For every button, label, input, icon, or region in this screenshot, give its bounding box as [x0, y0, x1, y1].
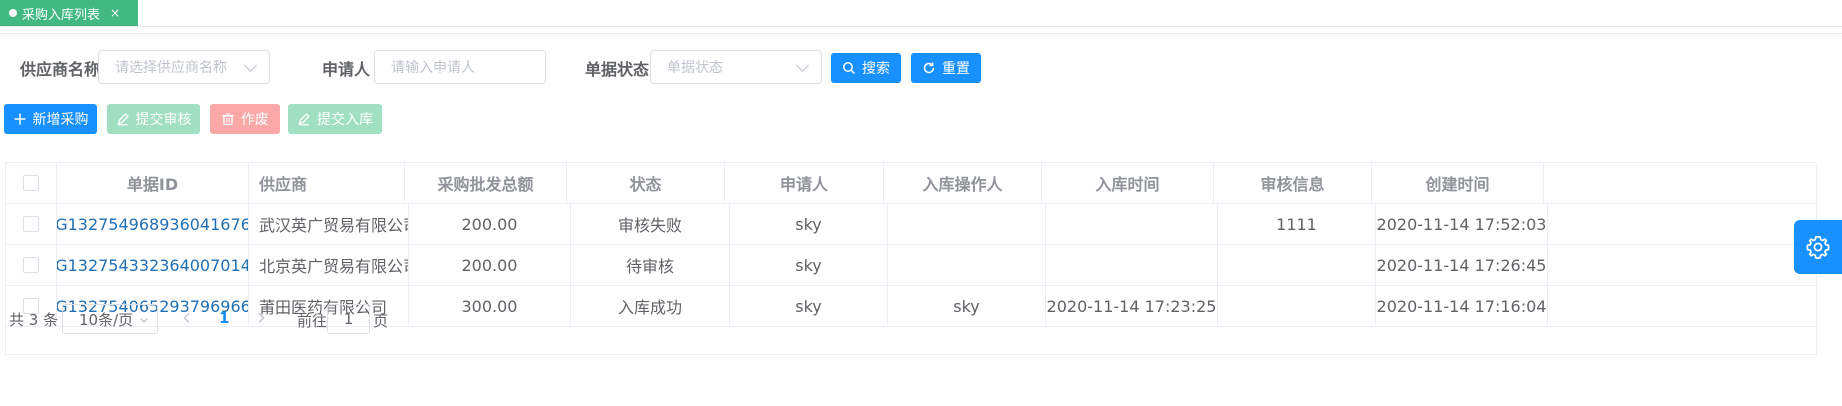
search-button-label: 搜索 — [862, 61, 890, 77]
column-header: 入库操作人 — [884, 163, 1042, 203]
applicant-placeholder: 请输入申请人 — [391, 60, 475, 76]
status-cell: 待审核 — [571, 245, 730, 285]
column-header: 供应商 — [249, 163, 405, 203]
operator-cell — [888, 245, 1046, 285]
supplier-cell: 武汉英广贸易有限公司 — [249, 204, 409, 244]
plus-icon — [14, 113, 25, 125]
operator-cell — [888, 204, 1046, 244]
supplier-placeholder: 请选择供应商名称 — [115, 60, 227, 76]
document-id-link[interactable]: CG1327549689360416768 — [57, 215, 248, 234]
submit-review-button[interactable]: 提交审核 — [107, 104, 200, 134]
document-id-cell: CG1327543323640070144 — [57, 245, 249, 285]
search-icon — [843, 62, 856, 75]
chevron-left-icon[interactable] — [182, 312, 192, 324]
status-cell: 审核失败 — [571, 204, 730, 244]
tags-view-bar: 采购入库列表 × — [0, 0, 1842, 27]
status-label: 单据状态 — [585, 60, 650, 79]
row-select-cell — [6, 245, 57, 285]
purchase-table: 单据ID 供应商 采购批发总额 状态 申请人 入库操作人 入库时间 审核信息 创… — [5, 162, 1817, 355]
status-cell: 入库成功 — [571, 286, 730, 326]
goto-prefix: 前往 — [297, 312, 328, 330]
stock-time-cell: 2020-11-14 17:23:25 — [1046, 286, 1218, 326]
column-header: 采购批发总额 — [405, 163, 567, 203]
goto-page-value: 1 — [343, 310, 354, 328]
row-checkbox[interactable] — [23, 216, 39, 232]
search-button[interactable]: 搜索 — [831, 53, 901, 83]
edit-icon — [117, 113, 129, 126]
column-header: 单据ID — [57, 163, 249, 203]
applicant-cell: sky — [730, 245, 888, 285]
column-header: 申请人 — [725, 163, 884, 203]
settings-button[interactable] — [1794, 220, 1842, 274]
stock-time-cell — [1046, 204, 1218, 244]
active-dot-icon — [9, 9, 17, 17]
created-time-cell: 2020-11-14 17:52:03 — [1376, 204, 1548, 244]
review-info-cell — [1218, 245, 1376, 285]
supplier-cell: 北京英广贸易有限公司 — [249, 245, 409, 285]
reset-button-label: 重置 — [942, 61, 970, 77]
column-header: 创建时间 — [1372, 163, 1544, 203]
row-select-cell — [6, 204, 57, 244]
amount-cell: 200.00 — [409, 245, 571, 285]
refresh-icon — [923, 62, 935, 74]
page-number-current[interactable]: 1 — [219, 309, 229, 327]
document-id-cell: CG1327549689360416768 — [57, 204, 249, 244]
column-header: 审核信息 — [1214, 163, 1372, 203]
applicant-cell: sky — [730, 204, 888, 244]
tab-purchase-stock-list[interactable]: 采购入库列表 × — [0, 0, 138, 26]
chevron-down-icon — [140, 318, 148, 323]
submit-stock-button[interactable]: 提交入库 — [288, 104, 382, 134]
created-time-cell: 2020-11-14 17:16:04 — [1376, 286, 1548, 326]
supplier-label: 供应商名称 — [20, 60, 101, 79]
goto-suffix: 页 — [373, 312, 389, 330]
divider — [0, 33, 1842, 34]
void-label: 作废 — [241, 112, 269, 128]
amount-cell: 300.00 — [409, 286, 571, 326]
add-purchase-label: 新增采购 — [32, 112, 89, 128]
stock-time-cell — [1046, 245, 1218, 285]
gear-icon — [1806, 235, 1830, 260]
tab-label: 采购入库列表 — [22, 7, 101, 23]
operator-cell: sky — [888, 286, 1046, 326]
page-size-select[interactable]: 10条/页 — [62, 304, 158, 334]
select-all-cell — [6, 163, 57, 203]
page-size-value: 10条/页 — [79, 310, 134, 329]
submit-stock-label: 提交入库 — [317, 112, 373, 128]
goto-page-input[interactable]: 1 — [327, 304, 370, 334]
select-all-checkbox[interactable] — [23, 175, 39, 191]
chevron-right-icon[interactable] — [256, 312, 266, 324]
chevron-down-icon — [244, 59, 257, 72]
row-checkbox[interactable] — [23, 257, 39, 273]
edit-icon — [298, 113, 310, 126]
status-placeholder: 单据状态 — [667, 60, 723, 76]
add-purchase-button[interactable]: 新增采购 — [4, 104, 97, 134]
applicant-input[interactable]: 请输入申请人 — [374, 50, 546, 84]
amount-cell: 200.00 — [409, 204, 571, 244]
supplier-select[interactable]: 请选择供应商名称 — [98, 50, 270, 84]
table-row: CG1327540652937969664 莆田医药有限公司 300.00 入库… — [6, 286, 1816, 327]
void-button[interactable]: 作废 — [210, 104, 280, 134]
pagination-total: 共 3 条 — [9, 311, 59, 329]
column-header: 状态 — [567, 163, 725, 203]
close-icon[interactable]: × — [110, 6, 120, 20]
review-info-cell: 1111 — [1218, 204, 1376, 244]
column-header: 入库时间 — [1042, 163, 1214, 203]
document-id-link[interactable]: CG1327543323640070144 — [57, 256, 248, 275]
submit-review-label: 提交审核 — [135, 112, 192, 128]
reset-button[interactable]: 重置 — [911, 53, 981, 83]
created-time-cell: 2020-11-14 17:26:45 — [1376, 245, 1548, 285]
applicant-label: 申请人 — [322, 60, 371, 79]
delete-icon — [222, 113, 234, 126]
applicant-cell: sky — [730, 286, 888, 326]
status-select[interactable]: 单据状态 — [650, 50, 822, 84]
table-header: 单据ID 供应商 采购批发总额 状态 申请人 入库操作人 入库时间 审核信息 创… — [6, 163, 1816, 204]
table-row: CG1327549689360416768 武汉英广贸易有限公司 200.00 … — [6, 204, 1816, 245]
table-row: CG1327543323640070144 北京英广贸易有限公司 200.00 … — [6, 245, 1816, 286]
review-info-cell — [1218, 286, 1376, 326]
chevron-down-icon — [796, 59, 809, 72]
